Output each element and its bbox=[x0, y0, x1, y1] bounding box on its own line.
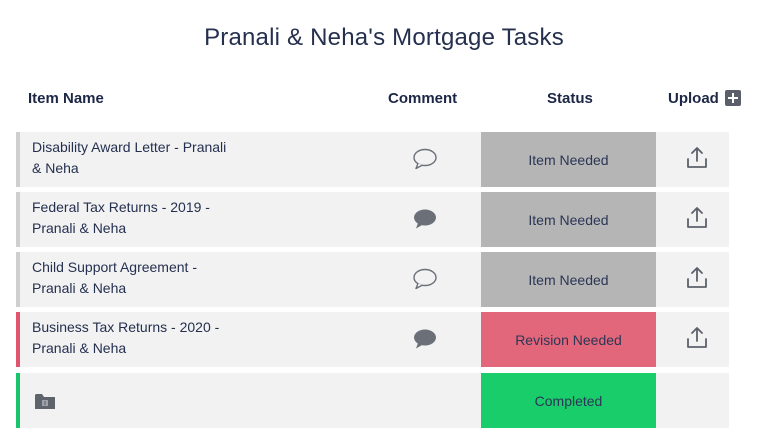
table-row[interactable]: Completed bbox=[16, 373, 729, 428]
item-name: Federal Tax Returns - 2019 - Pranali & N… bbox=[32, 197, 282, 239]
column-header-comment: Comment bbox=[388, 90, 458, 107]
item-name-line: & Neha bbox=[32, 160, 79, 176]
table-row[interactable]: Child Support Agreement - Pranali & Neha… bbox=[16, 252, 729, 307]
upload-icon[interactable] bbox=[684, 205, 710, 231]
status-badge[interactable]: Item Needed bbox=[481, 252, 656, 307]
table-row[interactable]: Disability Award Letter - Pranali & Neha… bbox=[16, 132, 729, 187]
status-badge[interactable]: Revision Needed bbox=[481, 312, 656, 367]
speech-bubble-outline-icon[interactable] bbox=[412, 147, 438, 171]
plus-square-icon[interactable] bbox=[724, 89, 741, 106]
column-header-item-name: Item Name bbox=[28, 90, 104, 107]
upload-icon[interactable] bbox=[684, 145, 710, 171]
item-name: Disability Award Letter - Pranali & Neha bbox=[32, 137, 282, 179]
item-name: Child Support Agreement - Pranali & Neha bbox=[32, 257, 282, 299]
table-row[interactable]: Federal Tax Returns - 2019 - Pranali & N… bbox=[16, 192, 729, 247]
item-name-line: Child Support Agreement - bbox=[32, 259, 197, 275]
item-name-line: Pranali & Neha bbox=[32, 220, 127, 236]
speech-bubble-filled-icon[interactable] bbox=[412, 207, 438, 231]
folder-icon[interactable] bbox=[34, 391, 56, 411]
upload-icon[interactable] bbox=[684, 325, 710, 351]
speech-bubble-filled-icon[interactable] bbox=[412, 327, 438, 351]
speech-bubble-outline-icon[interactable] bbox=[412, 267, 438, 291]
item-name-line: Pranali & Neha bbox=[32, 340, 127, 356]
page-title: Pranali & Neha's Mortgage Tasks bbox=[204, 24, 564, 51]
item-name-line: Pranali & Neha bbox=[32, 280, 127, 296]
column-header-upload-label: Upload bbox=[668, 90, 719, 107]
status-badge[interactable]: Completed bbox=[481, 373, 656, 428]
table-row[interactable]: Business Tax Returns - 2020 - Pranali & … bbox=[16, 312, 729, 367]
upload-icon[interactable] bbox=[684, 265, 710, 291]
item-name-line: Federal Tax Returns - 2019 - bbox=[32, 199, 210, 215]
item-name: Business Tax Returns - 2020 - Pranali & … bbox=[32, 317, 282, 359]
item-name-line: Business Tax Returns - 2020 - bbox=[32, 319, 220, 335]
status-badge[interactable]: Item Needed bbox=[481, 132, 656, 187]
item-name-line: Disability Award Letter - Pranali bbox=[32, 139, 227, 155]
status-badge[interactable]: Item Needed bbox=[481, 192, 656, 247]
column-header-status: Status bbox=[547, 90, 593, 107]
column-header-upload: Upload bbox=[668, 89, 741, 107]
